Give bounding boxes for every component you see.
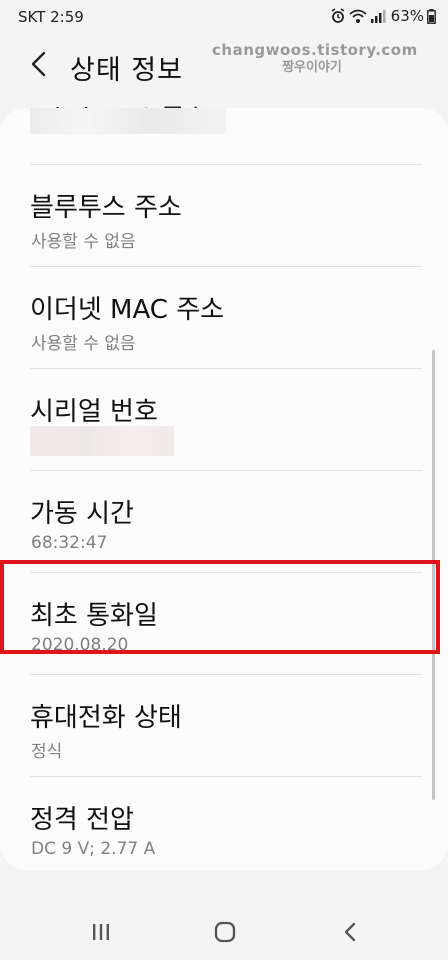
status-bar: SKT 2:59 63%: [0, 0, 448, 34]
status-info-list: Wi-Fi MAC 주소 블루투스 주소 사용할 수 없음 이더넷 MAC 주소…: [0, 94, 448, 902]
list-item-title: 휴대전화 상태: [30, 703, 182, 733]
watermark-url: changwoos.tistory.com: [212, 41, 418, 59]
nav-back-button[interactable]: [338, 919, 364, 945]
signal-icon: [370, 10, 386, 23]
recent-apps-button[interactable]: [88, 919, 114, 945]
settings-card: Wi-Fi MAC 주소 블루투스 주소 사용할 수 없음 이더넷 MAC 주소…: [0, 103, 448, 870]
list-item-phone-status[interactable]: 휴대전화 상태 정식: [0, 675, 448, 776]
watermark-label: 짱우이야기: [282, 60, 342, 75]
page-title: 상태 정보: [70, 55, 183, 86]
list-item-title: 정격 전압: [30, 805, 134, 835]
list-item-value: 사용할 수 없음: [31, 334, 136, 354]
serial-number-value-blurred: [30, 426, 174, 456]
recent-apps-icon: [93, 924, 109, 940]
chevron-left-icon: [31, 51, 46, 77]
alarm-icon: [331, 8, 345, 23]
list-item-value: DC 9 V; 2.77 A: [31, 839, 156, 859]
list-item-uptime[interactable]: 가동 시간 68:32:47: [0, 471, 448, 572]
list-item-serial-number[interactable]: 시리얼 번호: [0, 369, 448, 470]
list-item-title: 시리얼 번호: [30, 397, 158, 427]
list-item-title: 이더넷 MAC 주소: [30, 295, 225, 325]
uptime-highlight-box: [0, 560, 440, 654]
list-item-value: 사용할 수 없음: [31, 232, 136, 252]
battery-percent: 63%: [390, 7, 424, 25]
home-icon: [214, 921, 236, 943]
list-item-title: 가동 시간: [30, 499, 134, 529]
navigation-bar: [0, 902, 448, 960]
list-item-value: 68:32:47: [31, 533, 108, 553]
watermark: changwoos.tistory.com 짱우이야기: [212, 41, 418, 76]
list-item-rated-voltage[interactable]: 정격 전압 DC 9 V; 2.77 A: [0, 777, 448, 878]
wifi-icon: [349, 9, 367, 23]
list-item-bluetooth-address[interactable]: 블루투스 주소 사용할 수 없음: [0, 165, 448, 266]
wifi-mac-value-blurred: [30, 108, 226, 134]
list-item-title: 블루투스 주소: [30, 193, 182, 223]
list-item-ethernet-mac[interactable]: 이더넷 MAC 주소 사용할 수 없음: [0, 267, 448, 368]
app-bar: 상태 정보 changwoos.tistory.com 짱우이야기: [0, 34, 448, 94]
back-button[interactable]: [24, 48, 56, 80]
home-button[interactable]: [212, 919, 238, 945]
status-icons: 63%: [330, 7, 436, 25]
battery-icon: [427, 8, 436, 24]
back-chevron-icon: [344, 922, 356, 942]
carrier-time: SKT 2:59: [18, 8, 84, 26]
list-item-value: 정식: [31, 742, 63, 762]
